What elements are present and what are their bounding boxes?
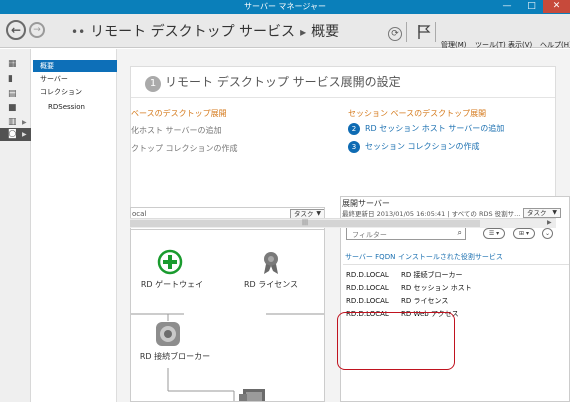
highlight-annotation: [337, 312, 455, 370]
notifications-flag-icon[interactable]: [417, 24, 431, 40]
main-content: 1 リモート デスクトップ サービス展開の設定 ベースのデスクトップ展開 化ホスト…: [117, 49, 570, 402]
breadcrumb-current: 概要: [311, 24, 340, 40]
add-rd-session-host-link[interactable]: 2 RD セッション ホスト サーバーの追加: [348, 123, 504, 135]
scroll-right-icon[interactable]: ▶: [547, 219, 552, 226]
column-server-fqdn[interactable]: サーバー FQDN: [345, 252, 395, 262]
horizontal-scrollbar[interactable]: ||| ▶: [130, 218, 556, 228]
create-session-collection-link[interactable]: 3 セッション コレクションの作成: [348, 141, 480, 153]
window-titlebar: サーバー マネージャー — □ ✕: [0, 0, 570, 14]
breadcrumb-root[interactable]: リモート デスクトップ サービス: [90, 24, 295, 40]
breadcrumb: •• リモート デスクトップ サービス ▸ 概要: [66, 21, 339, 41]
server-role: RD セッション ホスト: [401, 284, 472, 292]
toolbar-divider: [406, 22, 407, 42]
deployment-heading-text: リモート デスクトップ サービス展開の設定: [165, 75, 401, 89]
list-options-icon: ☰ ▾: [488, 230, 500, 237]
nav-collections[interactable]: コレクション: [33, 86, 117, 98]
remote-desktop-icon: ◙: [8, 129, 17, 139]
list-options-button[interactable]: ☰ ▾: [483, 228, 505, 239]
remote-desktop-nav[interactable]: ◙ ▶: [0, 128, 31, 141]
dropdown-arrow-icon: ▼: [316, 210, 321, 217]
chevron-down-icon: ⌄: [544, 230, 551, 237]
deployment-overview-panel: ocal タスク ▼ RD ゲートウェイ RD ライセンス RD 接続ブローカー: [130, 207, 325, 402]
filter-input[interactable]: フィルター ⌕: [346, 227, 466, 240]
criteria-icon: ⊞ ▾: [519, 230, 529, 237]
server-role: RD 接続ブローカー: [401, 271, 463, 279]
forward-button[interactable]: →: [29, 22, 45, 38]
list-item[interactable]: RD.D.LOCAL RD セッション ホスト: [346, 283, 472, 293]
file-services-icon: ▥: [8, 117, 17, 127]
rd-gateway-icon[interactable]: [157, 249, 183, 275]
rd-gateway-label: RD ゲートウェイ: [140, 280, 204, 289]
rd-licensing-label: RD ライセンス: [243, 280, 299, 289]
session-deployment-title: セッション ベースのデスクトップ展開: [348, 109, 487, 118]
expand-button[interactable]: ⌄: [542, 228, 553, 239]
list-item[interactable]: RD.D.LOCAL RD 接続ブローカー: [346, 270, 462, 280]
tasks-label: タスク: [527, 209, 547, 217]
left-icon-sidebar: ▦ ▮ ▤ ■ ▥ ▶ ◙ ▶: [0, 49, 31, 402]
overview-server-label: ocal: [132, 210, 147, 218]
last-updated-text: 最終更新日 2013/01/05 16:05:41 | すべての RDS 役割サ…: [342, 210, 521, 218]
step-number-badge: 1: [145, 76, 161, 92]
rd-session-host-icon[interactable]: [239, 389, 269, 402]
rd-connection-broker-label: RD 接続ブローカー: [139, 352, 211, 361]
overview-diagram: RD ゲートウェイ RD ライセンス RD 接続ブローカー: [131, 229, 324, 402]
add-rd-session-host-label: RD セッション ホスト サーバーの追加: [365, 124, 505, 133]
maximize-button[interactable]: □: [520, 0, 543, 13]
criteria-button[interactable]: ⊞ ▾: [513, 228, 535, 239]
step-3-badge: 3: [348, 141, 360, 153]
all-servers-icon[interactable]: ▤: [0, 88, 31, 101]
section-divider: [131, 97, 555, 98]
deployment-heading: 1 リモート デスクトップ サービス展開の設定: [145, 73, 401, 92]
breadcrumb-separator-icon: ▸: [300, 25, 307, 39]
server-fqdn: RD.D.LOCAL: [346, 297, 389, 305]
dropdown-arrow-icon: ▼: [552, 209, 557, 216]
breadcrumb-chevron-icon: ••: [71, 25, 86, 39]
scrollbar-grip-icon: |||: [302, 219, 309, 226]
local-server-icon[interactable]: ▮: [0, 73, 31, 86]
file-storage-icon[interactable]: ■: [0, 102, 31, 115]
nav-collection-rdsession[interactable]: RDSession: [33, 101, 117, 113]
filter-placeholder: フィルター: [352, 231, 387, 239]
nav-overview[interactable]: 概要: [33, 60, 117, 72]
server-role: RD ライセンス: [401, 297, 449, 305]
rd-licensing-icon[interactable]: [263, 251, 279, 275]
dashboard-icon[interactable]: ▦: [0, 58, 31, 71]
column-installed-roles[interactable]: インストールされた役割サービス: [398, 252, 503, 262]
step-2-badge: 2: [348, 123, 360, 135]
minimize-button[interactable]: —: [495, 0, 519, 13]
server-fqdn: RD.D.LOCAL: [346, 284, 389, 292]
rds-subnav: 概要 サーバー コレクション RDSession: [31, 49, 117, 402]
refresh-icon[interactable]: ⟳: [388, 27, 402, 41]
search-icon[interactable]: ⌕: [458, 228, 462, 238]
create-desktop-collection-link[interactable]: クトップ コレクションの作成: [131, 143, 238, 154]
toolbar-divider: [435, 22, 436, 42]
tasks-label: タスク: [294, 210, 314, 218]
servers-tasks-button[interactable]: タスク ▼: [523, 208, 561, 218]
back-button[interactable]: ←: [6, 20, 26, 40]
server-fqdn: RD.D.LOCAL: [346, 271, 389, 279]
rd-connection-broker-icon[interactable]: [155, 321, 181, 347]
create-session-collection-label: セッション コレクションの作成: [365, 142, 480, 151]
arrow-right-icon: →: [33, 25, 41, 35]
vdi-deployment-title: ベースのデスクトップ展開: [131, 109, 227, 118]
nav-servers[interactable]: サーバー: [33, 73, 117, 85]
close-button[interactable]: ✕: [543, 0, 570, 13]
window-title: サーバー マネージャー: [244, 2, 326, 11]
expand-arrow-icon: ▶: [22, 131, 27, 138]
navigation-bar: ← → •• リモート デスクトップ サービス ▸ 概要 ⟳ 管理(M) ツール(T)…: [0, 14, 570, 49]
arrow-left-icon: ←: [10, 23, 22, 37]
add-virtualization-host-link[interactable]: 化ホスト サーバーの追加: [131, 125, 221, 136]
list-item[interactable]: RD.D.LOCAL RD ライセンス: [346, 296, 448, 306]
